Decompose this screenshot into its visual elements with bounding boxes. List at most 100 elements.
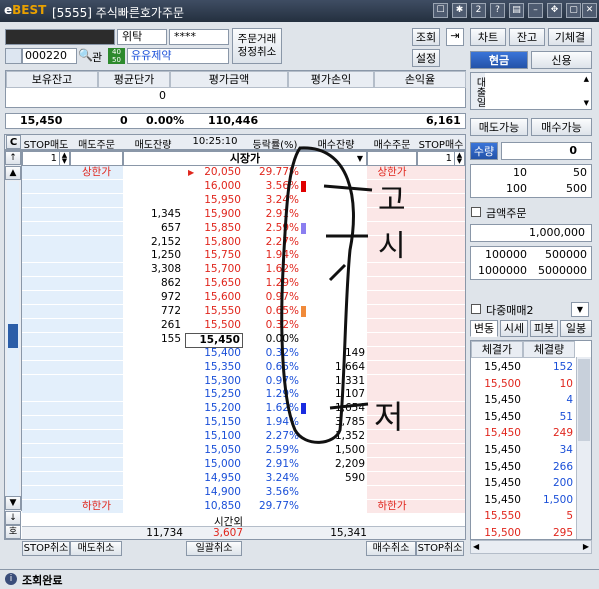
maximize-icon[interactable]: ▢	[566, 3, 581, 18]
stop-sell-cell[interactable]	[22, 402, 70, 416]
price-cell[interactable]: 15,150	[185, 416, 243, 429]
stop-buy-cell[interactable]	[417, 291, 465, 305]
trades-scrollbar[interactable]	[576, 357, 591, 539]
stop-buy-cell[interactable]	[417, 444, 465, 457]
tab-change[interactable]: 변동	[470, 320, 498, 337]
stop-sell-cell[interactable]	[22, 305, 70, 318]
sell-order-cell[interactable]	[70, 318, 123, 332]
stop-buy-cell[interactable]	[417, 207, 465, 221]
stop-buy-cell[interactable]	[417, 305, 465, 318]
buy-order-cell[interactable]	[367, 388, 417, 402]
buy-order-cell[interactable]	[367, 471, 417, 485]
qty-input[interactable]: 0	[501, 142, 592, 160]
qty-preset[interactable]: 500	[531, 182, 589, 195]
sell-order-cell[interactable]	[70, 193, 123, 207]
close-icon[interactable]: ✕	[582, 3, 597, 18]
price-cell[interactable]: 14,950	[185, 472, 243, 485]
stop-sell-cell[interactable]	[22, 263, 70, 277]
stop-buy-cell[interactable]	[417, 471, 465, 485]
chart-button[interactable]: 차트	[470, 28, 506, 46]
help-icon[interactable]: ?	[490, 3, 505, 18]
stop-sell-cell[interactable]	[22, 388, 70, 402]
buy-order-cell[interactable]	[367, 444, 417, 457]
stop-sell-cell[interactable]	[22, 277, 70, 291]
buy-order-cell[interactable]	[367, 430, 417, 444]
sell-order-cell[interactable]	[70, 485, 123, 499]
price-cell[interactable]: 15,250	[185, 388, 243, 401]
amount-input[interactable]: 1,000,000	[470, 224, 592, 242]
order-book-row[interactable]: 862 15,650 1.29%	[5, 277, 465, 291]
buy-order-cell[interactable]	[367, 305, 417, 318]
price-cell[interactable]: 15,800	[185, 236, 243, 249]
price-cell[interactable]: 15,950	[185, 194, 243, 207]
price-cell[interactable]: 15,600	[185, 291, 243, 304]
stop-buy-cell[interactable]	[417, 221, 465, 235]
buy-order-cell[interactable]	[367, 249, 417, 263]
buy-order-cell[interactable]	[367, 263, 417, 277]
stop-buy-cell[interactable]	[417, 179, 465, 193]
sell-order-cell[interactable]	[70, 471, 123, 485]
buy-order-cell[interactable]: 하한가	[367, 499, 417, 513]
tab-quote[interactable]: 시세	[500, 320, 528, 337]
price-cell[interactable]: 16,000	[185, 180, 243, 193]
buy-order-cell[interactable]	[367, 402, 417, 416]
stop-buy-cell[interactable]	[417, 318, 465, 332]
stock-code-input[interactable]: 000220	[22, 48, 77, 64]
scroll-up-icon[interactable]: ↑	[5, 151, 21, 165]
contracted-button[interactable]: 기체결	[548, 28, 592, 46]
order-book-row[interactable]: 상한가 ▶ 20,050 29.77% 상한가	[5, 166, 465, 179]
order-book-row[interactable]: 하한가 10,850 29.77% 하한가	[5, 499, 465, 513]
buy-order-cell[interactable]	[367, 221, 417, 235]
account-number-field[interactable]	[5, 29, 115, 45]
qty-preset[interactable]: 100	[471, 182, 529, 195]
stop-sell-cell[interactable]	[22, 318, 70, 332]
price-cell[interactable]: 15,300	[185, 375, 243, 388]
buy-order-cell[interactable]	[367, 291, 417, 305]
sell-able-button[interactable]: 매도가능	[470, 118, 528, 136]
sell-order-cell[interactable]: 하한가	[70, 499, 123, 513]
stop-sell-cell[interactable]	[22, 485, 70, 499]
order-book-row[interactable]: 15,050 2.59% 1,500	[5, 444, 465, 457]
trades-scroll-thumb[interactable]	[578, 359, 590, 441]
cash-tab[interactable]: 현금	[470, 51, 528, 69]
order-book-row[interactable]: 1,345 15,900 2.91%	[5, 207, 465, 221]
amount-preset[interactable]: 1000000	[471, 264, 529, 277]
order-modify-cancel-button[interactable]: 주문거래 정정취소	[232, 28, 282, 64]
sell-order-cell[interactable]	[70, 221, 123, 235]
order-book-row[interactable]: 14,950 3.24% 590	[5, 471, 465, 485]
stop-sell-cell[interactable]	[22, 332, 70, 346]
sell-order-cell[interactable]	[70, 374, 123, 388]
buy-order-cell[interactable]	[367, 485, 417, 499]
balance-button[interactable]: 잔고	[509, 28, 545, 46]
sell-order-cell[interactable]	[70, 277, 123, 291]
credit-tab[interactable]: 신용	[531, 51, 592, 69]
order-book-row[interactable]: 261 15,500 0.32%	[5, 318, 465, 332]
stop-sell-cell[interactable]	[22, 471, 70, 485]
price-cell[interactable]: ▶ 20,050	[185, 166, 243, 179]
order-book-row[interactable]: 1,250 15,750 1.94%	[5, 249, 465, 263]
sell-order-cell[interactable]	[70, 249, 123, 263]
sell-order-cell[interactable]	[70, 207, 123, 221]
order-book-row[interactable]: 15,150 1.94% 3,785	[5, 416, 465, 430]
buy-order-blank[interactable]	[367, 151, 417, 166]
scroll-down-icon[interactable]: ↓	[5, 511, 21, 525]
order-book-row[interactable]: 772 15,550 0.65%	[5, 305, 465, 318]
buy-order-cell[interactable]	[367, 277, 417, 291]
price-cell[interactable]: 15,850	[185, 222, 243, 235]
price-cell[interactable]: 15,450	[185, 332, 243, 348]
buy-able-button[interactable]: 매수가능	[531, 118, 592, 136]
stop-sell-cell[interactable]	[22, 179, 70, 193]
order-book-row[interactable]: 15,300 0.97% 1,331	[5, 374, 465, 388]
buy-order-cell[interactable]: 상한가	[367, 166, 417, 179]
sell-order-cell[interactable]	[70, 291, 123, 305]
sell-order-cell[interactable]	[70, 457, 123, 471]
stop-sell-cell[interactable]	[22, 235, 70, 249]
sell-order-cell[interactable]	[70, 179, 123, 193]
price-cell[interactable]: 15,000	[185, 458, 243, 471]
stop-sell-cell[interactable]	[22, 430, 70, 444]
buy-order-cell[interactable]	[367, 374, 417, 388]
sell-order-cell[interactable]	[70, 388, 123, 402]
inquiry-button[interactable]: 조회	[412, 28, 440, 46]
chevron-down-icon[interactable]: ▼	[571, 302, 589, 317]
window-menu-icon[interactable]: ☐	[433, 3, 448, 18]
